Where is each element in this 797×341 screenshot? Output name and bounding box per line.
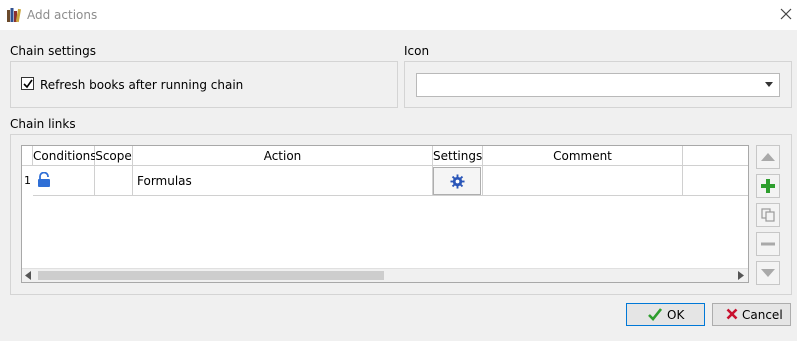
cancel-label: Cancel [742, 308, 783, 322]
table-corner [22, 146, 33, 166]
filler-cell [683, 166, 748, 196]
column-header-scope[interactable]: Scope [95, 146, 133, 166]
conditions-cell[interactable] [33, 166, 95, 196]
checkmark-icon [23, 79, 33, 89]
row-number: 1 [24, 174, 31, 187]
minus-icon [761, 242, 775, 246]
cancel-button[interactable]: Cancel [712, 303, 791, 326]
x-icon [726, 308, 738, 320]
horizontal-scrollbar[interactable] [22, 268, 748, 282]
icon-select[interactable] [416, 73, 780, 97]
column-header-action[interactable]: Action [133, 146, 433, 166]
chevron-down-icon [765, 82, 773, 87]
chain-settings-title: Chain settings [10, 44, 96, 58]
copy-icon [761, 208, 775, 222]
add-link-button[interactable] [756, 174, 780, 198]
checkmark-icon [648, 308, 662, 321]
copy-link-button[interactable] [756, 203, 780, 227]
books-icon [7, 8, 22, 23]
gear-icon [450, 174, 465, 189]
plus-icon [761, 179, 775, 193]
ok-label: OK [667, 308, 685, 322]
chain-links-table[interactable]: Conditions Scope Action Settings Comment… [21, 145, 749, 283]
icon-section-title: Icon [404, 44, 430, 58]
move-up-button[interactable] [756, 145, 780, 169]
title-bar: Add actions [0, 0, 797, 30]
scroll-right-icon[interactable] [738, 271, 744, 280]
column-header-comment[interactable]: Comment [483, 146, 683, 166]
action-cell[interactable]: Formulas [133, 166, 433, 196]
refresh-books-label[interactable]: Refresh books after running chain [40, 78, 243, 92]
arrow-down-icon [761, 269, 775, 277]
remove-link-button[interactable] [756, 232, 780, 256]
column-header-filler [683, 146, 748, 166]
scope-cell[interactable] [95, 166, 133, 196]
column-header-conditions[interactable]: Conditions [33, 146, 97, 166]
window-title: Add actions [27, 8, 98, 22]
close-icon[interactable] [778, 6, 794, 22]
scrollbar-thumb[interactable] [38, 271, 384, 280]
chain-links-title: Chain links [10, 117, 76, 131]
column-header-settings[interactable]: Settings [433, 146, 483, 166]
scroll-left-icon[interactable] [25, 271, 31, 280]
settings-button[interactable] [433, 167, 481, 195]
lock-icon[interactable] [37, 172, 51, 188]
ok-button[interactable]: OK [626, 303, 705, 326]
comment-cell[interactable] [483, 166, 683, 196]
arrow-up-icon [761, 153, 775, 161]
refresh-books-checkbox[interactable] [21, 77, 34, 90]
move-down-button[interactable] [756, 261, 780, 285]
